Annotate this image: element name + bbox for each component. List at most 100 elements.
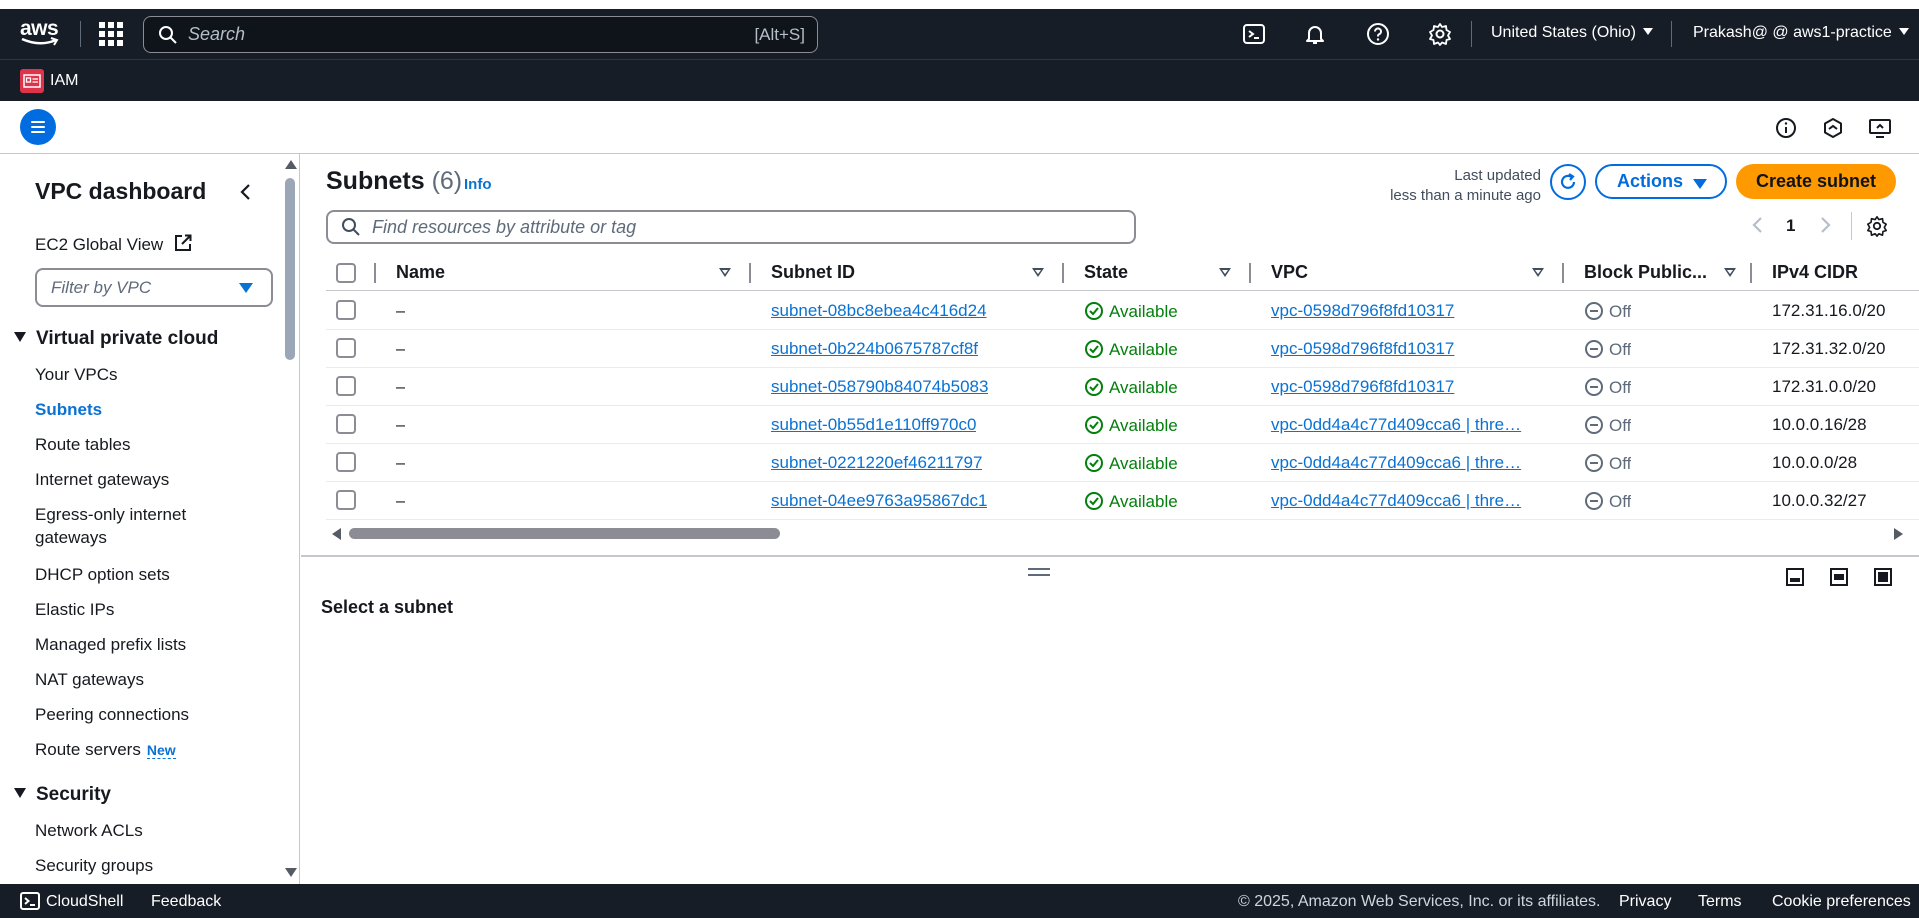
sidebar-item-elastic-ips[interactable]: Elastic IPs: [35, 600, 114, 620]
gear-icon[interactable]: [1866, 215, 1888, 237]
footer-feedback-link[interactable]: Feedback: [151, 893, 221, 911]
panel-side-icon[interactable]: [1829, 567, 1849, 587]
sort-icon[interactable]: [1532, 268, 1544, 277]
iam-service-icon[interactable]: [20, 69, 44, 93]
footer-terms-link[interactable]: Terms: [1698, 893, 1742, 911]
screen-share-icon[interactable]: [1868, 116, 1892, 140]
resize-handle-icon[interactable]: [1028, 568, 1050, 576]
column-divider[interactable]: [1062, 263, 1064, 283]
bell-icon[interactable]: [1303, 22, 1327, 46]
column-header-block-public-access[interactable]: Block Public...: [1584, 262, 1707, 283]
sidebar-item-subnets[interactable]: Subnets: [35, 400, 102, 420]
region-selector[interactable]: United States (Ohio): [1491, 24, 1653, 42]
column-header-state[interactable]: State: [1084, 262, 1128, 283]
table-row[interactable]: – subnet-04ee9763a95867dc1 Available vpc…: [326, 482, 1919, 520]
feedback-hexagon-icon[interactable]: [1821, 116, 1845, 140]
sidebar-item-nat-gateways[interactable]: NAT gateways: [35, 670, 144, 690]
aws-logo[interactable]: aws: [20, 18, 62, 48]
sidebar-item-dhcp-option-sets[interactable]: DHCP option sets: [35, 565, 170, 585]
column-divider[interactable]: [749, 263, 751, 283]
sidebar-item-managed-prefix-lists[interactable]: Managed prefix lists: [35, 635, 186, 655]
sidebar-item-route-tables[interactable]: Route tables: [35, 435, 130, 455]
search-input[interactable]: [188, 24, 708, 45]
row-checkbox[interactable]: [336, 300, 356, 320]
column-divider[interactable]: [1750, 263, 1752, 283]
scroll-down-arrow-icon[interactable]: [285, 868, 297, 877]
filter-by-vpc-select[interactable]: Filter by VPC: [35, 268, 273, 307]
iam-service-link[interactable]: IAM: [50, 72, 78, 90]
sort-icon[interactable]: [1032, 268, 1044, 277]
sidebar-title[interactable]: VPC dashboard: [35, 178, 206, 205]
current-page[interactable]: 1: [1786, 216, 1795, 236]
scrollbar-thumb[interactable]: [349, 528, 780, 539]
cell-subnet-id[interactable]: subnet-058790b84074b5083: [771, 377, 988, 397]
row-checkbox[interactable]: [336, 376, 356, 396]
table-row[interactable]: – subnet-08bc8ebea4c416d24 Available vpc…: [326, 292, 1919, 330]
cell-vpc[interactable]: vpc-0dd4a4c77d409cca6 | thre…: [1271, 415, 1541, 435]
account-menu[interactable]: Prakash@ @ aws1-practice: [1693, 24, 1909, 42]
column-header-ipv4-cidr[interactable]: IPv4 CIDR: [1772, 262, 1858, 283]
column-divider[interactable]: [1249, 263, 1251, 283]
footer-cloudshell-link[interactable]: CloudShell: [46, 893, 123, 911]
sidebar-item-network-acls[interactable]: Network ACLs: [35, 821, 143, 841]
row-checkbox[interactable]: [336, 452, 356, 472]
cell-vpc[interactable]: vpc-0dd4a4c77d409cca6 | thre…: [1271, 453, 1541, 473]
cell-vpc[interactable]: vpc-0598d796f8fd10317: [1271, 339, 1541, 359]
scroll-up-arrow-icon[interactable]: [285, 160, 297, 169]
section-virtual-private-cloud[interactable]: Virtual private cloud: [14, 328, 218, 350]
cloudshell-icon[interactable]: [20, 891, 40, 911]
scrollbar-thumb[interactable]: [285, 178, 295, 360]
sidebar-item-route-servers[interactable]: Route servers New: [35, 740, 176, 760]
sidebar-item-egress-only-internet-gateways[interactable]: Egress-only internet gateways: [35, 505, 186, 550]
sidebar-scrollbar[interactable]: [283, 154, 297, 882]
sidebar-item-your-vpcs[interactable]: Your VPCs: [35, 365, 118, 385]
find-resources-input[interactable]: Find resources by attribute or tag: [326, 210, 1136, 244]
refresh-button[interactable]: [1550, 164, 1586, 200]
row-checkbox[interactable]: [336, 338, 356, 358]
sidebar-item-security-groups[interactable]: Security groups: [35, 856, 153, 876]
cell-vpc[interactable]: vpc-0598d796f8fd10317: [1271, 301, 1541, 321]
table-row[interactable]: – subnet-0b55d1e110ff970c0 Available vpc…: [326, 406, 1919, 444]
hamburger-menu-button[interactable]: [20, 109, 56, 145]
info-icon[interactable]: [1774, 116, 1798, 140]
cell-subnet-id[interactable]: subnet-0b224b0675787cf8f: [771, 339, 978, 359]
info-link[interactable]: Info: [464, 176, 492, 193]
help-icon[interactable]: [1366, 22, 1390, 46]
panel-bottom-icon[interactable]: [1785, 567, 1805, 587]
column-header-name[interactable]: Name: [396, 262, 445, 283]
cell-subnet-id[interactable]: subnet-04ee9763a95867dc1: [771, 491, 987, 511]
cell-subnet-id[interactable]: subnet-0b55d1e110ff970c0: [771, 415, 976, 435]
sort-icon[interactable]: [1724, 268, 1736, 277]
row-checkbox[interactable]: [336, 414, 356, 434]
column-header-vpc[interactable]: VPC: [1271, 262, 1308, 283]
select-all-checkbox[interactable]: [336, 263, 356, 283]
scroll-left-arrow-icon[interactable]: [332, 528, 341, 540]
panel-full-icon[interactable]: [1873, 567, 1893, 587]
sidebar-item-ec2-global-view[interactable]: EC2 Global View: [35, 234, 192, 255]
create-subnet-button[interactable]: Create subnet: [1736, 164, 1896, 199]
cloudshell-icon[interactable]: [1242, 22, 1266, 46]
settings-icon[interactable]: [1428, 22, 1452, 46]
footer-privacy-link[interactable]: Privacy: [1619, 893, 1671, 911]
table-row[interactable]: – subnet-058790b84074b5083 Available vpc…: [326, 368, 1919, 406]
chevron-right-icon[interactable]: [1819, 215, 1833, 235]
sort-icon[interactable]: [719, 268, 731, 277]
actions-button[interactable]: Actions: [1595, 164, 1727, 199]
global-search[interactable]: [Alt+S]: [143, 16, 818, 53]
sidebar-item-peering-connections[interactable]: Peering connections: [35, 705, 189, 725]
cell-subnet-id[interactable]: subnet-08bc8ebea4c416d24: [771, 301, 987, 321]
column-divider[interactable]: [1562, 263, 1564, 283]
row-checkbox[interactable]: [336, 490, 356, 510]
cell-vpc[interactable]: vpc-0598d796f8fd10317: [1271, 377, 1541, 397]
sort-icon[interactable]: [1219, 268, 1231, 277]
services-grid-icon[interactable]: [99, 22, 123, 46]
column-header-subnet-id[interactable]: Subnet ID: [771, 262, 855, 283]
footer-cookie-preferences-link[interactable]: Cookie preferences: [1772, 893, 1911, 911]
cell-subnet-id[interactable]: subnet-0221220ef46211797: [771, 453, 982, 473]
chevron-left-icon[interactable]: [1750, 215, 1764, 235]
chevron-left-icon[interactable]: [236, 182, 256, 202]
sidebar-item-internet-gateways[interactable]: Internet gateways: [35, 470, 169, 490]
section-security[interactable]: Security: [14, 784, 111, 806]
table-horizontal-scrollbar[interactable]: [326, 524, 1919, 542]
table-row[interactable]: – subnet-0221220ef46211797 Available vpc…: [326, 444, 1919, 482]
